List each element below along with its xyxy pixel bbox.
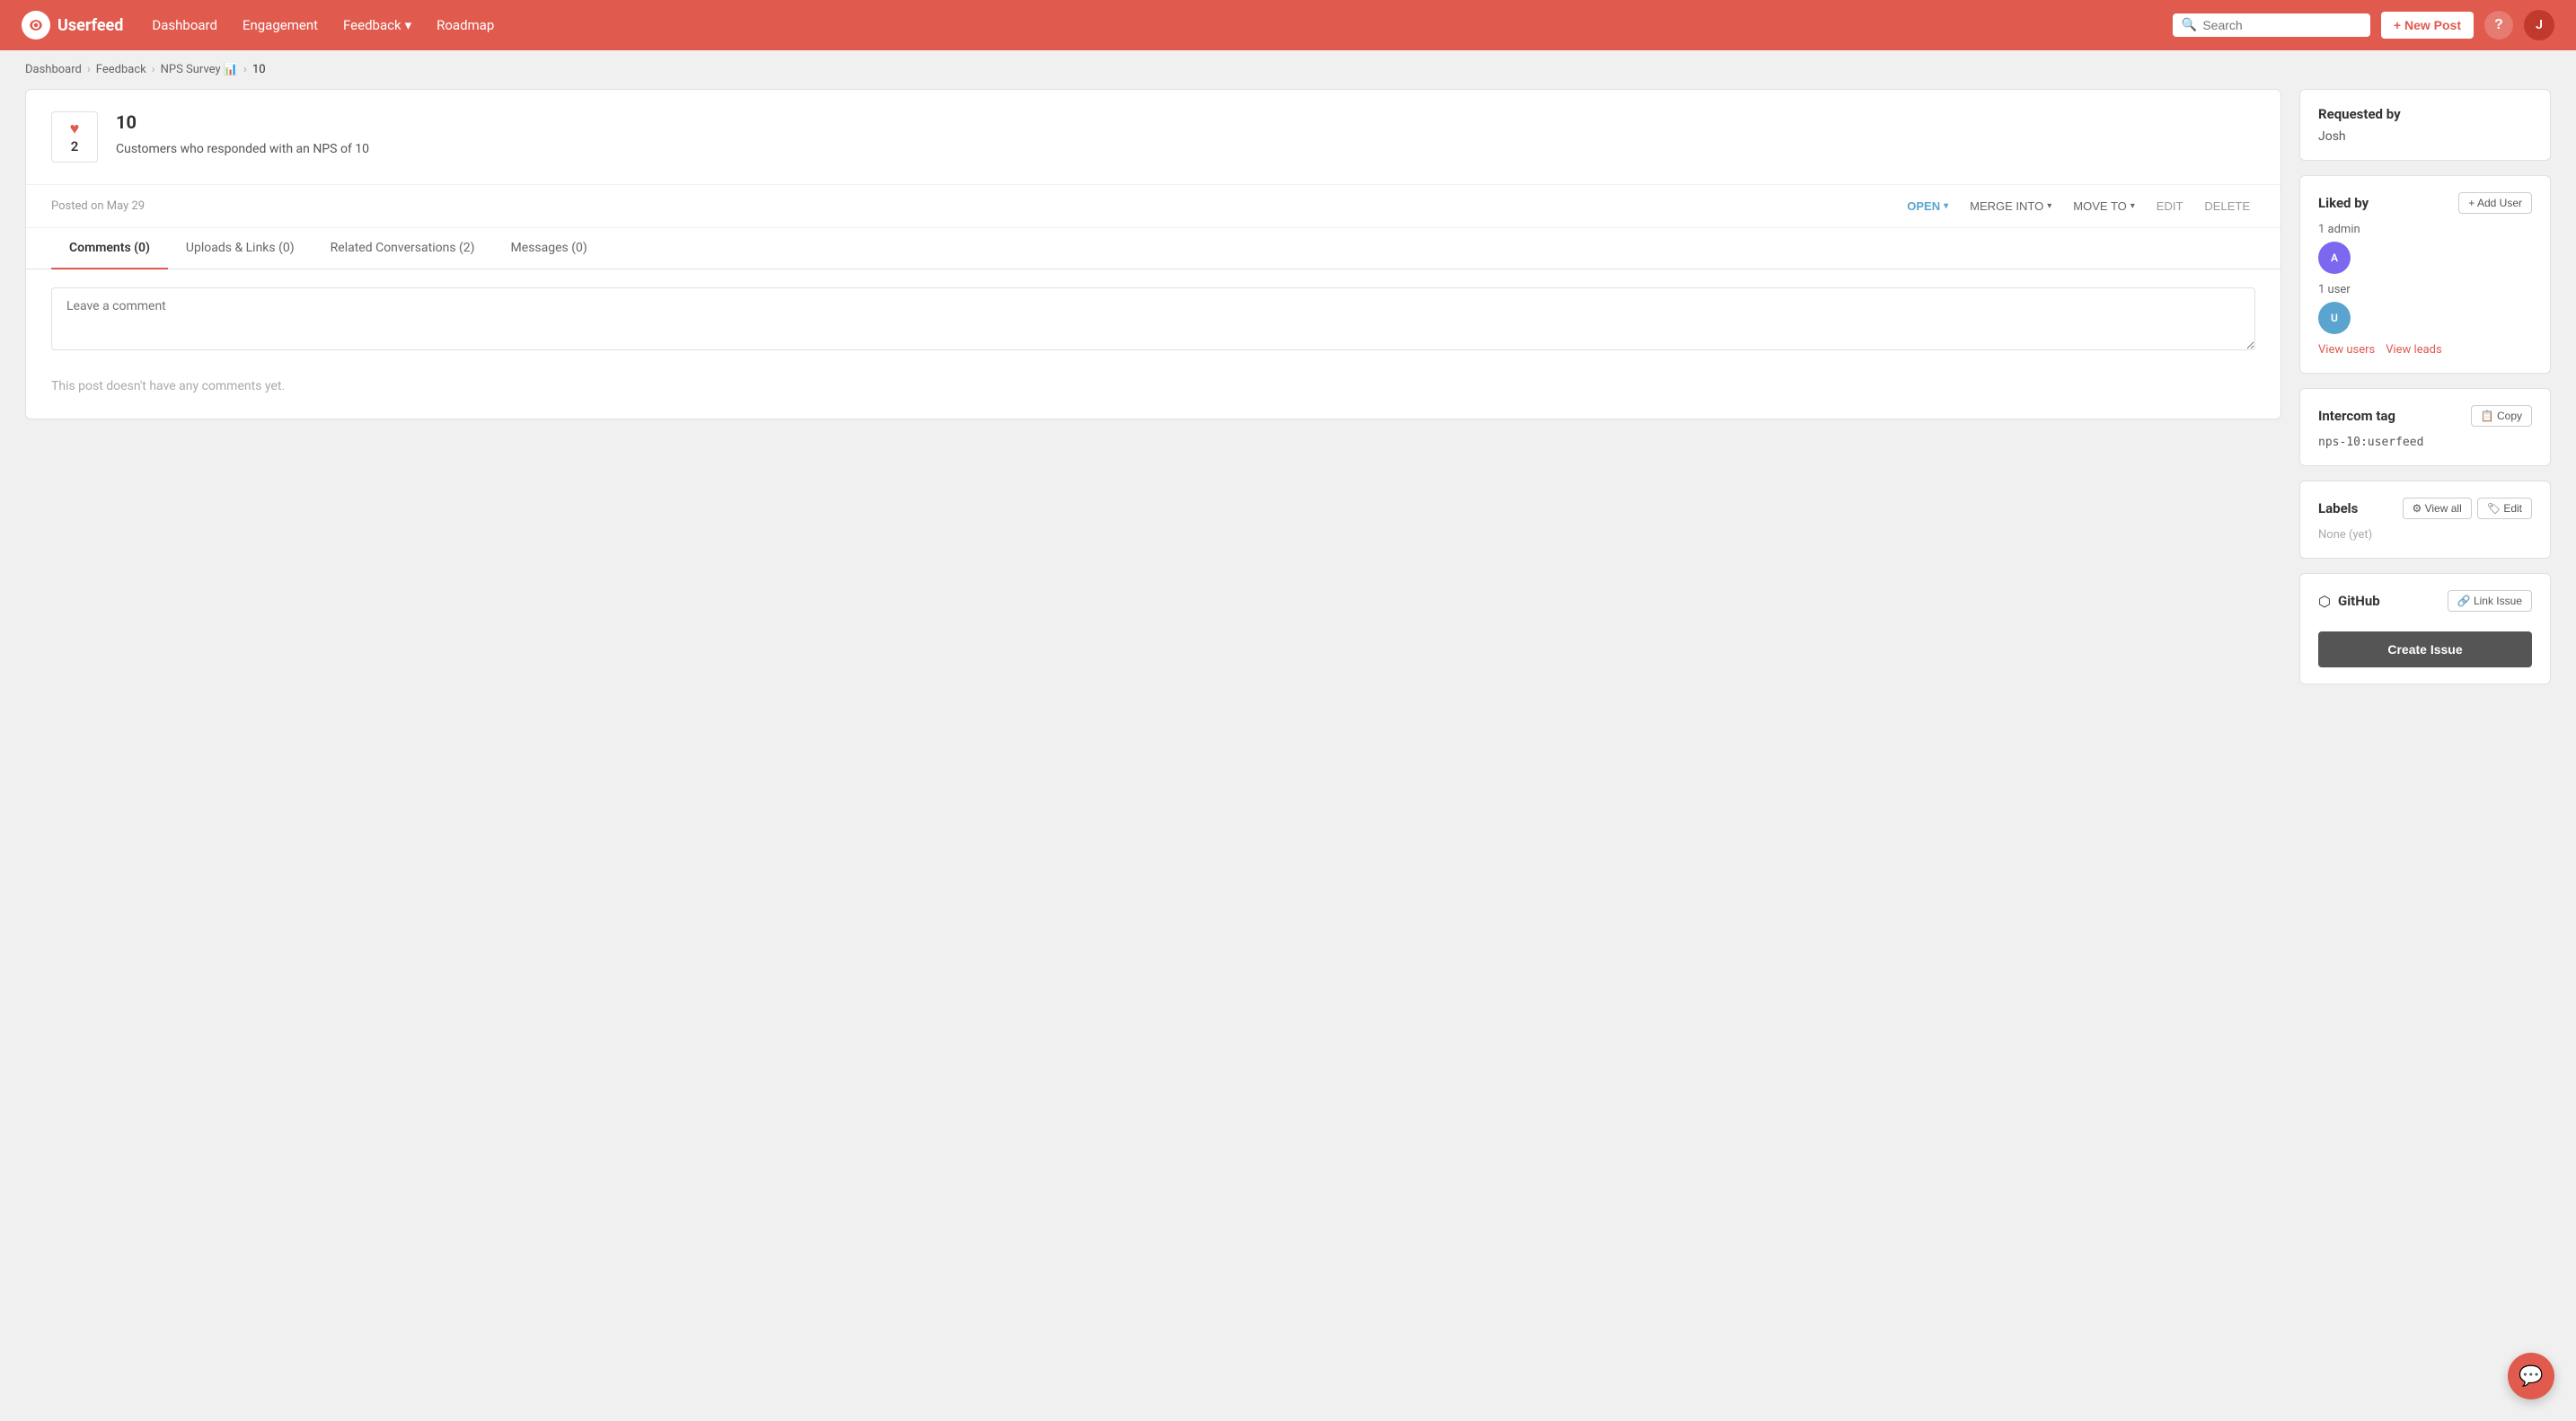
liked-by-header: Liked by + Add User bbox=[2318, 192, 2532, 214]
tab-comments[interactable]: Comments (0) bbox=[51, 228, 168, 269]
github-icon: ⬡ bbox=[2318, 593, 2331, 610]
view-leads-link[interactable]: View leads bbox=[2386, 343, 2442, 357]
github-title: GitHub bbox=[2338, 593, 2380, 609]
no-comments-message: This post doesn't have any comments yet. bbox=[26, 372, 2280, 419]
post-title: 10 bbox=[116, 111, 2255, 133]
breadcrumb-nps-survey[interactable]: NPS Survey 📊 bbox=[161, 63, 238, 76]
new-post-button[interactable]: + New Post bbox=[2381, 12, 2474, 39]
vote-count: 2 bbox=[71, 138, 79, 154]
edit-labels-button[interactable]: 🏷 Edit bbox=[2477, 498, 2532, 519]
tabs: Comments (0) Uploads & Links (0) Related… bbox=[26, 228, 2280, 269]
label-actions: ⚙ View all 🏷 Edit bbox=[2403, 498, 2532, 519]
search-box[interactable]: 🔍 bbox=[2173, 13, 2370, 37]
merge-dropdown-arrow: ▾ bbox=[2047, 201, 2051, 211]
view-links: View users View leads bbox=[2318, 343, 2532, 357]
navbar: Userfeed Dashboard Engagement Feedback ▾… bbox=[0, 0, 2576, 50]
liked-by-card: Liked by + Add User 1 admin A 1 user U V… bbox=[2299, 175, 2551, 374]
github-header: ⬡ GitHub 🔗 Link Issue bbox=[2318, 590, 2532, 612]
liked-section: 1 admin A 1 user U View users View leads bbox=[2318, 223, 2532, 357]
page-layout: ♥ 2 10 Customers who responded with an N… bbox=[0, 89, 2576, 710]
user-label: 1 user bbox=[2318, 283, 2532, 296]
intercom-tag-title: Intercom tag bbox=[2318, 408, 2395, 424]
avatar[interactable]: J bbox=[2524, 10, 2554, 40]
tab-messages[interactable]: Messages (0) bbox=[493, 228, 605, 269]
view-all-labels-button[interactable]: ⚙ View all bbox=[2403, 498, 2472, 519]
copy-button[interactable]: 📋 Copy bbox=[2471, 405, 2532, 427]
labels-card: Labels ⚙ View all 🏷 Edit None (yet) bbox=[2299, 481, 2551, 559]
chat-bubble[interactable]: 💬 bbox=[2508, 1353, 2554, 1399]
comment-input[interactable] bbox=[51, 287, 2255, 350]
breadcrumb-current: 10 bbox=[252, 63, 266, 76]
tab-conversations[interactable]: Related Conversations (2) bbox=[313, 228, 493, 269]
nav-engagement[interactable]: Engagement bbox=[243, 17, 318, 33]
delete-button[interactable]: DELETE bbox=[2199, 196, 2255, 216]
nav-roadmap[interactable]: Roadmap bbox=[437, 17, 494, 33]
breadcrumb-feedback[interactable]: Feedback bbox=[96, 63, 146, 76]
sidebar: Requested by Josh Liked by + Add User 1 … bbox=[2299, 89, 2551, 684]
post-body: 10 Customers who responded with an NPS o… bbox=[116, 111, 2255, 156]
nav-dashboard[interactable]: Dashboard bbox=[152, 17, 217, 33]
action-buttons: OPEN ▾ MERGE INTO ▾ MOVE TO ▾ EDIT DELET… bbox=[1901, 196, 2255, 216]
breadcrumb-sep-2: › bbox=[152, 63, 155, 76]
breadcrumb-sep-1: › bbox=[87, 63, 91, 76]
admin-avatar: A bbox=[2318, 242, 2351, 274]
comment-area bbox=[26, 269, 2280, 372]
brand-logo bbox=[22, 11, 50, 40]
requested-by-card: Requested by Josh bbox=[2299, 89, 2551, 161]
brand[interactable]: Userfeed bbox=[22, 11, 123, 40]
merge-into-button[interactable]: MERGE INTO ▾ bbox=[1964, 196, 2057, 216]
breadcrumb-sep-3: › bbox=[243, 63, 247, 76]
create-issue-button[interactable]: Create Issue bbox=[2318, 631, 2532, 667]
liked-by-title: Liked by bbox=[2318, 195, 2369, 211]
vote-box[interactable]: ♥ 2 bbox=[51, 111, 98, 163]
intercom-tag-value: nps-10:userfeed bbox=[2318, 436, 2532, 449]
intercom-tag-card: Intercom tag 📋 Copy nps-10:userfeed bbox=[2299, 388, 2551, 466]
nav-feedback[interactable]: Feedback ▾ bbox=[343, 17, 411, 33]
search-icon: 🔍 bbox=[2182, 18, 2197, 32]
nav-links: Dashboard Engagement Feedback ▾ Roadmap bbox=[152, 17, 2144, 33]
post-actions: Posted on May 29 OPEN ▾ MERGE INTO ▾ MOV… bbox=[26, 185, 2280, 228]
github-title-group: ⬡ GitHub bbox=[2318, 593, 2380, 610]
breadcrumb-dashboard[interactable]: Dashboard bbox=[25, 63, 82, 76]
open-dropdown-arrow: ▾ bbox=[1944, 201, 1948, 211]
help-button[interactable]: ? bbox=[2484, 11, 2513, 40]
feedback-dropdown-arrow: ▾ bbox=[405, 17, 412, 33]
move-dropdown-arrow: ▾ bbox=[2130, 201, 2135, 211]
admin-label: 1 admin bbox=[2318, 223, 2532, 236]
search-input[interactable] bbox=[2202, 18, 2361, 32]
intercom-tag-header: Intercom tag 📋 Copy bbox=[2318, 405, 2532, 427]
view-users-link[interactable]: View users bbox=[2318, 343, 2375, 357]
user-avatar-row: U bbox=[2318, 302, 2532, 334]
none-label: None (yet) bbox=[2318, 528, 2532, 542]
post-description: Customers who responded with an NPS of 1… bbox=[116, 142, 2255, 156]
add-user-button[interactable]: + Add User bbox=[2458, 192, 2532, 214]
main-content: ♥ 2 10 Customers who responded with an N… bbox=[25, 89, 2281, 419]
nav-right: 🔍 + New Post ? J bbox=[2173, 10, 2554, 40]
github-card: ⬡ GitHub 🔗 Link Issue Create Issue bbox=[2299, 573, 2551, 684]
post-header: ♥ 2 10 Customers who responded with an N… bbox=[26, 90, 2280, 185]
link-issue-button[interactable]: 🔗 Link Issue bbox=[2448, 590, 2532, 612]
labels-header: Labels ⚙ View all 🏷 Edit bbox=[2318, 498, 2532, 519]
admin-avatar-row: A bbox=[2318, 242, 2532, 274]
tab-uploads[interactable]: Uploads & Links (0) bbox=[168, 228, 313, 269]
open-button[interactable]: OPEN ▾ bbox=[1901, 196, 1954, 216]
vote-heart-icon: ♥ bbox=[70, 119, 80, 138]
edit-button[interactable]: EDIT bbox=[2151, 196, 2189, 216]
breadcrumb: Dashboard › Feedback › NPS Survey 📊 › 10 bbox=[0, 50, 2576, 89]
user-avatar: U bbox=[2318, 302, 2351, 334]
labels-title: Labels bbox=[2318, 500, 2358, 516]
post-date: Posted on May 29 bbox=[51, 199, 145, 213]
brand-name: Userfeed bbox=[57, 16, 123, 35]
move-to-button[interactable]: MOVE TO ▾ bbox=[2068, 196, 2140, 216]
requested-by-title: Requested by bbox=[2318, 106, 2532, 122]
requested-by-value: Josh bbox=[2318, 129, 2532, 144]
